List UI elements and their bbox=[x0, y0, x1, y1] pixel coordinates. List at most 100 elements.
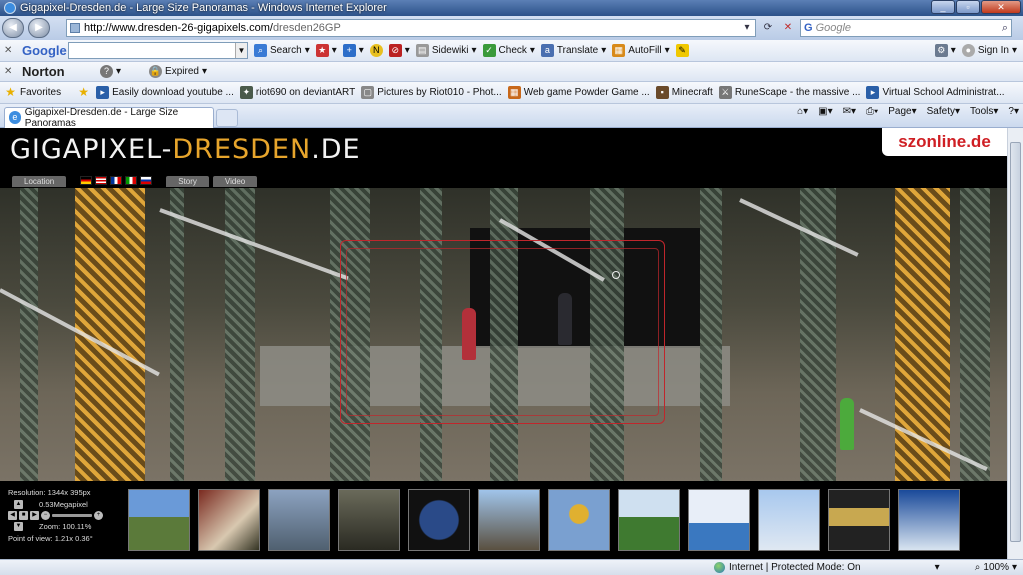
home-view-icon[interactable]: ■ bbox=[19, 511, 28, 520]
maximize-button[interactable]: ▫ bbox=[956, 0, 980, 14]
flag-fr-icon[interactable] bbox=[110, 176, 123, 185]
translate-icon: a bbox=[540, 44, 554, 57]
site-logo[interactable]: GIGAPIXEL-DRESDEN.DE bbox=[10, 134, 361, 165]
notebook-icon: N bbox=[369, 44, 383, 57]
security-zone[interactable]: Internet | Protected Mode: On ▾ bbox=[714, 562, 940, 573]
norton-status[interactable]: 🔒 Expired ▾ bbox=[149, 65, 207, 78]
language-flags bbox=[80, 176, 153, 187]
new-tab-button[interactable] bbox=[216, 109, 238, 127]
chevron-down-icon[interactable]: ▾ bbox=[935, 562, 940, 573]
zoom-out-icon[interactable]: − bbox=[41, 511, 50, 520]
thumbnail-people[interactable] bbox=[198, 489, 260, 551]
url-dropdown-icon[interactable]: ▾ bbox=[739, 20, 755, 36]
arrow-down-icon[interactable]: ▼ bbox=[14, 522, 23, 531]
flag-us-icon[interactable] bbox=[95, 176, 108, 185]
print-icon[interactable]: ⎙▾ bbox=[866, 106, 878, 117]
arrow-right-icon[interactable]: ▶ bbox=[30, 511, 39, 520]
search-icon[interactable]: ⌕ bbox=[1002, 22, 1008, 35]
vertical-scrollbar[interactable] bbox=[1007, 128, 1023, 559]
favorite-item[interactable]: ⚔ RuneScape - the massive ... bbox=[718, 86, 860, 99]
popup-blocker-button[interactable]: ⊘ ▾ bbox=[388, 44, 410, 57]
thumbnail-park[interactable] bbox=[618, 489, 680, 551]
checkmark-icon: ✓ bbox=[482, 44, 496, 57]
thumbnail-clock[interactable] bbox=[408, 489, 470, 551]
minecraft-icon: ▪ bbox=[655, 86, 669, 99]
refresh-icon[interactable]: ⟳ bbox=[760, 20, 776, 36]
close-button[interactable]: ✕ bbox=[981, 0, 1021, 14]
norton-help-button[interactable]: ? ▾ bbox=[100, 65, 121, 78]
favorites-button[interactable]: ★ Favorites bbox=[4, 86, 61, 99]
safety-menu[interactable]: Safety▾ bbox=[927, 106, 960, 117]
thumbnail-ship[interactable] bbox=[688, 489, 750, 551]
close-toolbar-icon[interactable]: ✕ bbox=[4, 66, 16, 77]
add-button[interactable]: + ▾ bbox=[342, 44, 364, 57]
person-figure bbox=[840, 398, 854, 450]
megapixel-text: 0.53Megapixel bbox=[39, 500, 88, 509]
tools-menu[interactable]: Tools▾ bbox=[970, 106, 998, 117]
thumbnail-city[interactable] bbox=[128, 489, 190, 551]
search-input[interactable]: G Google ⌕ bbox=[800, 19, 1012, 37]
thumbnail-tower[interactable] bbox=[478, 489, 540, 551]
zoom-slider[interactable] bbox=[52, 514, 92, 517]
search-placeholder: Google bbox=[815, 22, 852, 34]
rss-icon[interactable]: ▣▾ bbox=[818, 106, 832, 117]
favorite-item[interactable]: ▦ Web game Powder Game ... bbox=[507, 86, 650, 99]
panorama-viewer[interactable] bbox=[0, 188, 1007, 481]
thumbnail-tv-tower[interactable] bbox=[758, 489, 820, 551]
flag-it-icon[interactable] bbox=[125, 176, 138, 185]
zoom-control[interactable]: ⌕ 100% ▾ bbox=[975, 562, 1017, 573]
highlighter-button[interactable]: ✎ bbox=[675, 44, 689, 57]
favorite-item[interactable]: ✦ riot690 on deviantART bbox=[239, 86, 355, 99]
zoom-in-icon[interactable]: + bbox=[94, 511, 103, 520]
arrow-left-icon[interactable]: ◀ bbox=[8, 511, 17, 520]
scrollbar-thumb[interactable] bbox=[1010, 142, 1021, 542]
autofill-button[interactable]: ▦ AutoFill ▾ bbox=[612, 44, 670, 57]
close-toolbar-icon[interactable]: ✕ bbox=[4, 45, 16, 56]
norton-toolbar: ✕ Norton ? ▾ 🔒 Expired ▾ bbox=[0, 62, 1023, 82]
chevron-down-icon[interactable]: ▼ bbox=[235, 43, 247, 58]
check-button[interactable]: ✓ Check ▾ bbox=[482, 44, 535, 57]
favorite-item[interactable]: ▸ Easily download youtube ... bbox=[96, 86, 234, 99]
thumbnail-street[interactable] bbox=[268, 489, 330, 551]
mast bbox=[20, 188, 38, 481]
google-search-input[interactable]: ▼ bbox=[68, 42, 248, 59]
home-icon[interactable]: ⌂▾ bbox=[797, 106, 808, 117]
arrow-up-icon[interactable]: ▲ bbox=[14, 500, 23, 509]
translate-button[interactable]: a Translate ▾ bbox=[540, 44, 606, 57]
pan-controls-bottom: ▼ Zoom: 100.11% bbox=[14, 522, 123, 531]
thumbnail-building[interactable] bbox=[338, 489, 400, 551]
add-favorite-button[interactable]: ★ bbox=[77, 86, 90, 99]
tab-active[interactable]: e Gigapixel-Dresden.de - Large Size Pano… bbox=[4, 106, 214, 129]
page-icon: ▸ bbox=[96, 86, 110, 99]
flag-de-icon[interactable] bbox=[80, 176, 93, 185]
thumbnail-statue[interactable] bbox=[548, 489, 610, 551]
favorite-item[interactable]: ▸ Virtual School Administrat... bbox=[866, 86, 1005, 99]
thumbnail-poster[interactable] bbox=[898, 489, 960, 551]
wrench-button[interactable]: ⚙ ▾ bbox=[934, 44, 956, 57]
help-icon[interactable]: ?▾ bbox=[1008, 106, 1019, 117]
favorite-item[interactable]: ▢ Pictures by Riot010 - Phot... bbox=[361, 86, 502, 99]
stop-icon[interactable]: ✕ bbox=[780, 20, 796, 36]
minimize-button[interactable]: _ bbox=[931, 0, 955, 14]
tab-video[interactable]: Video bbox=[212, 176, 258, 187]
bookmarks-button[interactable]: ★ ▾ bbox=[315, 44, 337, 57]
mail-icon[interactable]: ✉▾ bbox=[843, 106, 856, 117]
url-field[interactable]: http://www.dresden-26-gigapixels.com/dre… bbox=[66, 19, 756, 37]
flag-ru-icon[interactable] bbox=[140, 176, 153, 185]
forward-button[interactable]: ▶ bbox=[28, 18, 50, 38]
tab-location[interactable]: Location bbox=[12, 176, 67, 187]
favorite-item[interactable]: ▪ Minecraft bbox=[655, 86, 713, 99]
szonline-logo[interactable]: szonline.de bbox=[882, 128, 1007, 156]
wire bbox=[739, 198, 859, 257]
url-path: dresden26GP bbox=[272, 22, 341, 34]
thumbnail-sign[interactable] bbox=[828, 489, 890, 551]
back-button[interactable]: ◀ bbox=[2, 18, 24, 38]
plus-icon: + bbox=[342, 44, 356, 57]
sidewiki-button[interactable]: ▤ Sidewiki ▾ bbox=[415, 44, 477, 57]
tab-story[interactable]: Story bbox=[166, 176, 209, 187]
page-menu[interactable]: Page▾ bbox=[888, 106, 916, 117]
google-search-button[interactable]: ⌕ Search ▾ bbox=[254, 44, 310, 57]
sign-in-button[interactable]: ● Sign In ▾ bbox=[961, 44, 1017, 57]
favorites-bar: ★ Favorites ★ ▸ Easily download youtube ..… bbox=[0, 82, 1023, 104]
notebook-button[interactable]: N bbox=[369, 44, 383, 57]
